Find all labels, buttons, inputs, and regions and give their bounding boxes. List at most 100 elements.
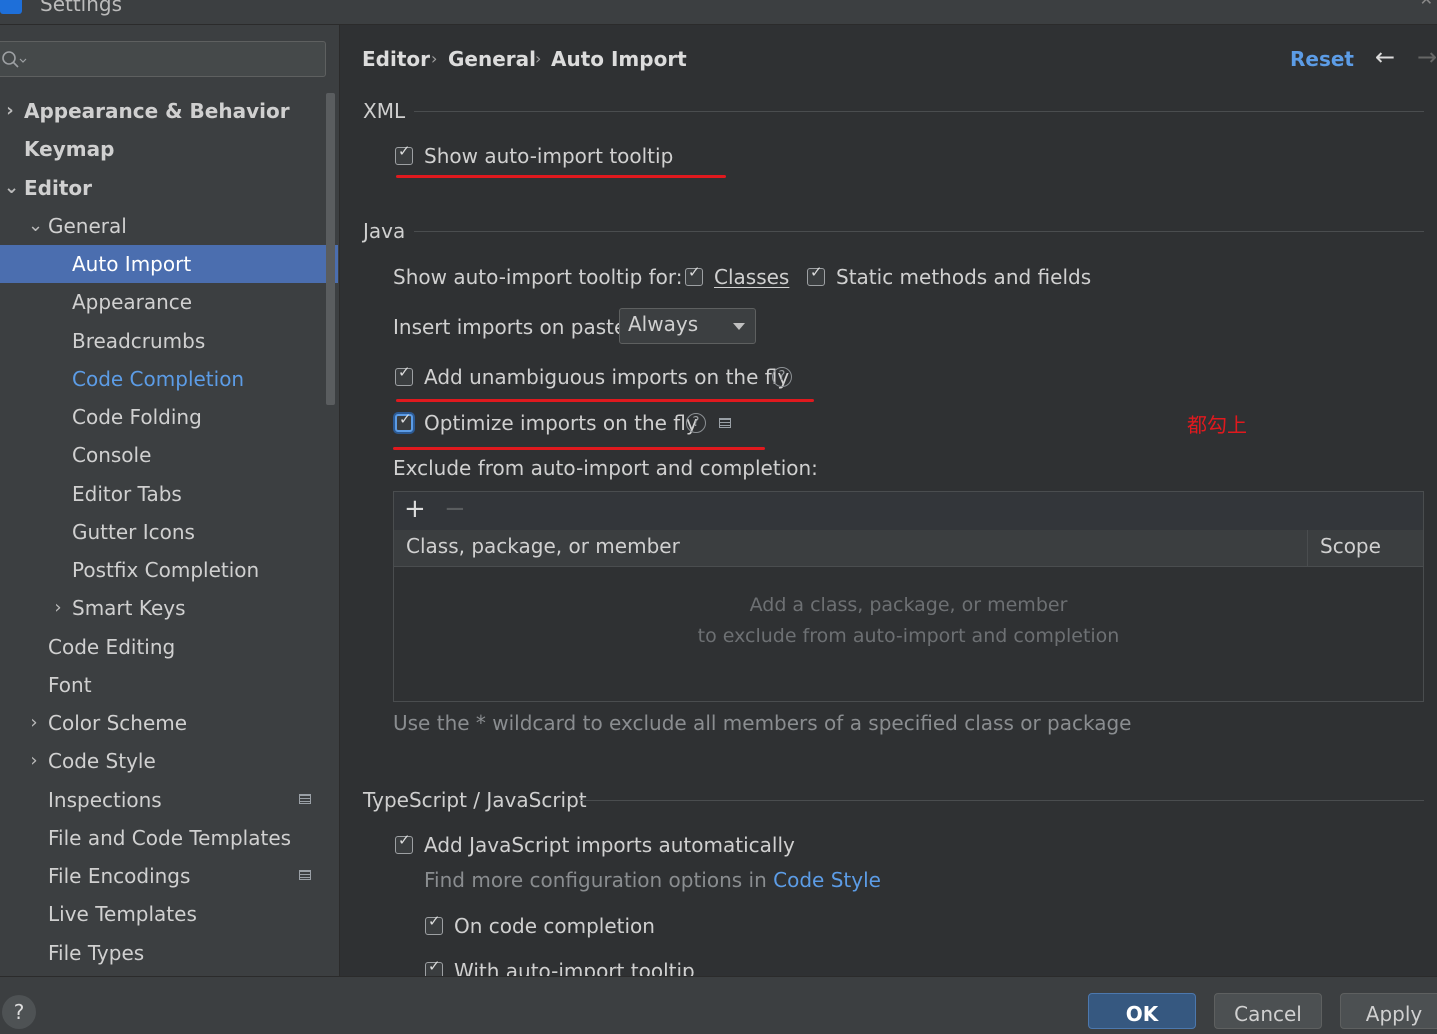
chevron-right-icon[interactable]: › [4,92,16,130]
dialog-footer: ? OK Cancel Apply [0,976,1437,1029]
sidebar-item[interactable]: Gutter Icons [0,513,338,551]
exclude-label: Exclude from auto-import and completion: [393,456,818,480]
sidebar-item-label: Console [72,443,152,468]
sidebar-item-label: File and Code Templates [48,825,292,850]
optimize-imports-label[interactable]: Optimize imports on the fly [424,408,698,438]
on-code-completion-label[interactable]: On code completion [454,911,655,941]
on-code-completion-checkbox[interactable] [425,912,443,935]
annotation-underline [396,175,726,178]
settings-search-input[interactable] [0,41,326,77]
close-window-icon[interactable]: ✕ [1420,0,1433,9]
code-style-link[interactable]: Code Style [773,868,881,892]
sidebar-item[interactable]: Code Completion [0,360,338,398]
sidebar-item-label: Appearance [72,290,193,315]
sidebar-item[interactable]: › Smart Keys [0,589,338,627]
optimize-imports-checkbox[interactable] [395,410,413,432]
sidebar-item[interactable]: › Code Style [0,742,338,780]
sidebar-item-label: Font [48,672,92,697]
window-title: Settings [40,0,123,16]
more-config-text: Find more configuration options in [424,868,774,892]
sidebar-item[interactable]: File Types [0,934,338,972]
add-unambiguous-label[interactable]: Add unambiguous imports on the fly [424,362,789,392]
sidebar-item-label: Code Folding [72,405,202,429]
sidebar-item-label: Appearance & Behavior [24,99,290,123]
cancel-button[interactable]: Cancel [1214,993,1322,1029]
sidebar-item[interactable]: Inspections [0,781,338,819]
java-static-members-label[interactable]: Static methods and fields [836,262,1091,292]
sidebar-item-label: File Types [48,940,145,965]
sidebar-item-label: Code Style [48,749,156,774]
sidebar-item-label: File Encodings [48,864,191,888]
sidebar-item[interactable]: Postfix Completion [0,551,338,589]
with-tooltip-label[interactable]: With auto-import tooltip [454,956,695,976]
sidebar-item[interactable]: Appearance [0,283,338,321]
sidebar-item[interactable]: ⌄ General [0,207,338,245]
sidebar-item-label: Code Completion [72,366,245,391]
sidebar-item[interactable]: Keymap [0,130,338,168]
java-classes-checkbox[interactable] [685,263,703,286]
sidebar-item-label: Auto Import [72,252,192,276]
sidebar-item-label: General [48,213,127,238]
sidebar-item[interactable]: Font [0,666,338,704]
annotation-note: 都勾上 [1187,413,1247,437]
chevron-right-icon[interactable]: › [52,589,64,627]
help-button[interactable]: ? [2,995,36,1029]
sidebar-item[interactable]: ⌄ Editor [0,169,338,207]
wildcard-hint: Use the * wildcard to exclude all member… [393,711,1132,735]
breadcrumb-editor[interactable]: Editor [362,47,430,71]
breadcrumb-separator-icon: › [431,49,438,68]
sidebar-item[interactable]: Console [0,436,338,474]
sidebar-item-label: Inspections [48,787,162,812]
forward-arrow-icon[interactable]: → [1417,43,1437,71]
sidebar-item-label: Smart Keys [72,596,186,621]
breadcrumb-general[interactable]: General [448,47,536,71]
sidebar-item[interactable]: Code Folding [0,398,338,436]
sidebar-item[interactable]: › Appearance & Behavior [0,92,338,130]
insert-on-paste-label: Insert imports on paste: [393,315,634,339]
insert-on-paste-dropdown[interactable]: Always [619,308,756,344]
chevron-down-icon[interactable]: ⌄ [28,207,43,245]
sidebar-item-label: Code Editing [48,634,176,659]
exclude-table-toolbar: + − [394,492,1423,531]
help-icon[interactable]: ? [686,413,706,433]
sidebar-item[interactable]: Breadcrumbs [0,322,338,360]
sidebar-item-label: Postfix Completion [72,558,260,582]
add-icon[interactable]: + [404,494,426,524]
more-config-hint: Find more configuration options in Code … [424,868,881,892]
sidebar-item[interactable]: Editor Tabs [0,475,338,513]
sidebar-item[interactable]: Auto Import [0,245,338,283]
section-xml-title: XML [363,99,406,123]
ok-button[interactable]: OK [1088,993,1196,1029]
sidebar-item-label: Breadcrumbs [72,328,206,353]
add-unambiguous-checkbox[interactable] [395,363,413,386]
xml-show-tooltip-checkbox[interactable] [395,142,413,165]
reset-button[interactable]: Reset [1290,47,1354,71]
java-classes-label[interactable]: Classes [714,262,789,292]
back-arrow-icon[interactable]: ← [1375,43,1395,71]
sidebar-item[interactable]: Code Editing [0,628,338,666]
title-bar: Settings ✕ [0,0,1437,25]
help-icon[interactable]: ? [772,367,792,387]
add-js-imports-checkbox[interactable] [395,831,413,854]
column-header-scope[interactable]: Scope [1320,534,1381,558]
sidebar-scrollbar[interactable] [326,93,335,405]
chevron-right-icon[interactable]: › [28,742,40,780]
sidebar-item-label: Gutter Icons [72,519,195,544]
project-icon [299,870,311,880]
with-tooltip-checkbox[interactable] [425,957,443,976]
sidebar-item[interactable]: Live Templates [0,895,338,933]
sidebar-item[interactable]: › Color Scheme [0,704,338,742]
project-icon [299,793,311,804]
sidebar-item-label: Editor Tabs [72,481,182,506]
apply-button[interactable]: Apply [1340,993,1437,1029]
add-js-imports-label[interactable]: Add JavaScript imports automatically [424,830,795,860]
chevron-right-icon[interactable]: › [28,704,40,742]
column-header-class[interactable]: Class, package, or member [406,534,680,558]
sidebar-item[interactable]: File and Code Templates [0,819,338,857]
java-static-members-checkbox[interactable] [807,263,825,286]
annotation-underline [396,399,814,402]
section-typescript-title: TypeScript / JavaScript [363,788,587,812]
sidebar-item[interactable]: File Encodings [0,857,338,895]
xml-show-tooltip-label[interactable]: Show auto-import tooltip [424,141,673,171]
chevron-down-icon[interactable]: ⌄ [4,169,19,207]
